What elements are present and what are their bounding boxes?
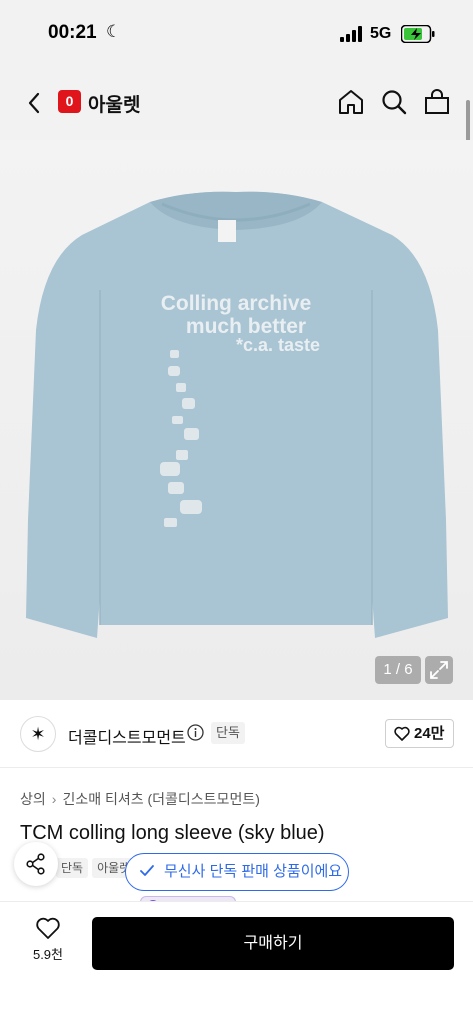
print-line-1: Colling archive — [161, 292, 312, 315]
chevron-right-icon: › — [51, 791, 57, 807]
top-nav: 0 아울렛 — [0, 66, 473, 140]
breadcrumb: 상의 › 긴소매 티셔츠 (더콜디스트모먼트) — [20, 789, 260, 809]
tooltip-text: 무신사 단독 판매 상품이에요 — [164, 863, 343, 880]
status-time: 00:21 — [48, 22, 97, 43]
moon-icon: ☾ — [106, 22, 122, 41]
heart-icon — [394, 726, 410, 741]
info-icon[interactable] — [187, 724, 204, 741]
like-button[interactable]: 5.9천 — [26, 916, 70, 972]
brand-name[interactable]: 더콜디스트모먼트 — [68, 724, 186, 748]
signal-icon — [340, 26, 362, 42]
product-image-gallery[interactable]: Colling archive much better *c.a. taste … — [0, 140, 473, 700]
product-title: TCM colling long sleeve (sky blue) — [20, 822, 325, 844]
heart-icon — [36, 917, 60, 939]
breadcrumb-item[interactable]: 긴소매 티셔츠 (더콜디스트모먼트) — [62, 791, 259, 807]
breadcrumb-item[interactable]: 상의 — [20, 791, 46, 807]
expand-icon[interactable] — [425, 656, 453, 684]
search-icon[interactable] — [380, 88, 408, 116]
print-line-3: *c.a. taste — [236, 335, 320, 355]
exclusive-badge: 단독 — [211, 722, 245, 744]
share-button[interactable] — [14, 842, 58, 886]
like-count: 5.9천 — [32, 947, 64, 962]
brand-like-button[interactable]: 24만 — [385, 719, 454, 748]
buy-button[interactable]: 구매하기 — [92, 917, 454, 970]
home-icon[interactable] — [337, 88, 365, 116]
brand-row[interactable]: ✶ 더콜디스트모먼트 단독 24만 — [0, 700, 473, 768]
brand-logo[interactable]: ✶ — [20, 716, 56, 752]
product-image: Colling archive much better *c.a. taste — [26, 191, 448, 638]
brand-like-count: 24만 — [414, 725, 445, 742]
back-arrow-icon[interactable] — [22, 88, 46, 118]
battery-charging-icon — [401, 25, 435, 43]
image-counter: 1 / 6 — [375, 656, 421, 684]
outlet-badge: 0 — [58, 90, 81, 113]
status-bar: 00:21 ☾ 5G — [0, 0, 473, 66]
nav-title[interactable]: 아울렛 — [88, 90, 140, 117]
share-icon — [26, 853, 45, 875]
bottom-action-bar: 5.9천 구매하기 — [0, 902, 473, 1024]
shopping-bag-icon[interactable] — [423, 88, 451, 116]
network-type: 5G — [370, 25, 392, 42]
exclusive-tooltip: 무신사 단독 판매 상품이에요 — [125, 853, 349, 891]
check-icon — [140, 865, 154, 876]
tag-exclusive: 단독 — [56, 858, 89, 878]
